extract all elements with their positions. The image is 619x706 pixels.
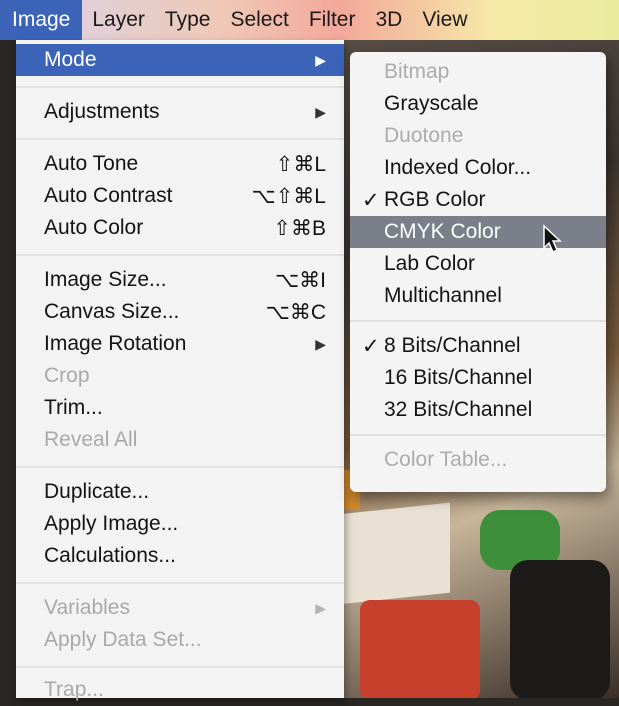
menu-select[interactable]: Select: [220, 0, 298, 40]
menu-item-label: Calculations...: [44, 544, 176, 567]
submenu-item-lab-color[interactable]: Lab Color: [350, 248, 606, 280]
menu-layer[interactable]: Layer: [82, 0, 155, 40]
menu-item-label: Variables: [44, 596, 130, 619]
menu-item-apply-data-set[interactable]: Apply Data Set...: [16, 624, 344, 656]
menu-item-label: Image Size...: [44, 268, 167, 291]
menu-item-label: Reveal All: [44, 428, 138, 451]
menu-item-label: Apply Image...: [44, 512, 179, 535]
submenu-item-8-bits[interactable]: ✓ 8 Bits/Channel: [350, 330, 606, 362]
shortcut-label: ⌥⌘C: [265, 301, 326, 324]
menu-item-mode[interactable]: Mode ▶: [16, 44, 344, 76]
shortcut-label: ⇧⌘L: [275, 153, 326, 176]
menu-item-image-rotation[interactable]: Image Rotation ▶: [16, 328, 344, 360]
menu-item-label: Trap...: [44, 678, 104, 701]
menu-item-auto-color[interactable]: Auto Color ⇧⌘B: [16, 212, 344, 244]
menu-item-adjustments[interactable]: Adjustments ▶: [16, 96, 344, 128]
menu-item-calculations[interactable]: Calculations...: [16, 540, 344, 572]
shortcut-label: ⌥⇧⌘L: [251, 185, 326, 208]
submenu-item-16-bits[interactable]: 16 Bits/Channel: [350, 362, 606, 394]
submenu-item-label: Lab Color: [384, 252, 476, 275]
menu-item-label: Trim...: [44, 396, 103, 419]
menu-item-trim[interactable]: Trim...: [16, 392, 344, 424]
submenu-item-label: 8 Bits/Channel: [384, 334, 521, 357]
menu-item-label: Auto Tone: [44, 152, 139, 175]
submenu-item-label: 32 Bits/Channel: [384, 398, 533, 421]
image-menu: Mode ▶ Adjustments ▶ Auto Tone ⇧⌘L Auto …: [16, 40, 344, 701]
shortcut-label: ⇧⌘B: [273, 217, 326, 240]
submenu-item-bitmap[interactable]: Bitmap: [350, 56, 606, 88]
menu-divider: [16, 86, 344, 88]
submenu-arrow-icon: ▶: [315, 52, 326, 68]
menu-item-label: Duplicate...: [44, 480, 150, 503]
menu-divider: [16, 666, 344, 668]
menu-item-apply-image[interactable]: Apply Image...: [16, 508, 344, 540]
menu-item-label: Auto Color: [44, 216, 144, 239]
submenu-item-rgb-color[interactable]: ✓ RGB Color: [350, 184, 606, 216]
submenu-item-label: Bitmap: [384, 60, 450, 83]
menu-item-crop[interactable]: Crop: [16, 360, 344, 392]
submenu-item-duotone[interactable]: Duotone: [350, 120, 606, 152]
menu-item-auto-tone[interactable]: Auto Tone ⇧⌘L: [16, 148, 344, 180]
menu-3d[interactable]: 3D: [365, 0, 412, 40]
submenu-item-indexed-color[interactable]: Indexed Color...: [350, 152, 606, 184]
submenu-item-cmyk-color[interactable]: CMYK Color: [350, 216, 606, 248]
menu-item-image-size[interactable]: Image Size... ⌥⌘I: [16, 264, 344, 296]
submenu-divider: [350, 320, 606, 322]
submenu-item-color-table[interactable]: Color Table...: [350, 444, 606, 476]
menu-item-label: Apply Data Set...: [44, 628, 202, 651]
submenu-item-grayscale[interactable]: Grayscale: [350, 88, 606, 120]
submenu-item-label: Duotone: [384, 124, 464, 147]
menu-divider: [16, 138, 344, 140]
menu-image[interactable]: Image: [0, 0, 83, 40]
menu-divider: [16, 254, 344, 256]
mode-submenu: Bitmap Grayscale Duotone Indexed Color..…: [350, 52, 606, 492]
menu-item-label: Auto Contrast: [44, 184, 173, 207]
submenu-item-label: CMYK Color: [384, 220, 501, 243]
menu-item-label: Adjustments: [44, 100, 160, 123]
checkmark-icon: ✓: [362, 335, 380, 358]
menu-item-duplicate[interactable]: Duplicate...: [16, 476, 344, 508]
menu-item-auto-contrast[interactable]: Auto Contrast ⌥⇧⌘L: [16, 180, 344, 212]
photo-shape: [510, 560, 610, 698]
submenu-item-label: Grayscale: [384, 92, 479, 115]
menu-filter[interactable]: Filter: [299, 0, 366, 40]
submenu-divider: [350, 434, 606, 436]
submenu-item-label: 16 Bits/Channel: [384, 366, 533, 389]
submenu-item-label: RGB Color: [384, 188, 486, 211]
shortcut-label: ⌥⌘I: [274, 269, 326, 292]
menu-item-variables[interactable]: Variables ▶: [16, 592, 344, 624]
submenu-item-label: Multichannel: [384, 284, 502, 307]
photo-shape: [360, 600, 480, 698]
menu-divider: [16, 466, 344, 468]
menu-item-label: Mode: [44, 48, 97, 71]
menu-bar: Image Layer Type Select Filter 3D View: [0, 0, 619, 40]
mouse-pointer-icon: [543, 224, 562, 254]
menu-item-trap[interactable]: Trap...: [16, 674, 344, 706]
checkmark-icon: ✓: [362, 189, 380, 212]
submenu-item-label: Color Table...: [384, 448, 508, 471]
menu-type[interactable]: Type: [155, 0, 221, 40]
submenu-arrow-icon: ▶: [315, 104, 326, 120]
menu-item-label: Crop: [44, 364, 90, 387]
menu-divider: [16, 582, 344, 584]
submenu-arrow-icon: ▶: [315, 336, 326, 352]
submenu-arrow-icon: ▶: [315, 600, 326, 616]
submenu-item-multichannel[interactable]: Multichannel: [350, 280, 606, 312]
submenu-item-32-bits[interactable]: 32 Bits/Channel: [350, 394, 606, 426]
menu-item-label: Canvas Size...: [44, 300, 180, 323]
menu-view[interactable]: View: [412, 0, 477, 40]
menu-item-reveal-all[interactable]: Reveal All: [16, 424, 344, 456]
menu-item-canvas-size[interactable]: Canvas Size... ⌥⌘C: [16, 296, 344, 328]
submenu-item-label: Indexed Color...: [384, 156, 532, 179]
menu-item-label: Image Rotation: [44, 332, 187, 355]
